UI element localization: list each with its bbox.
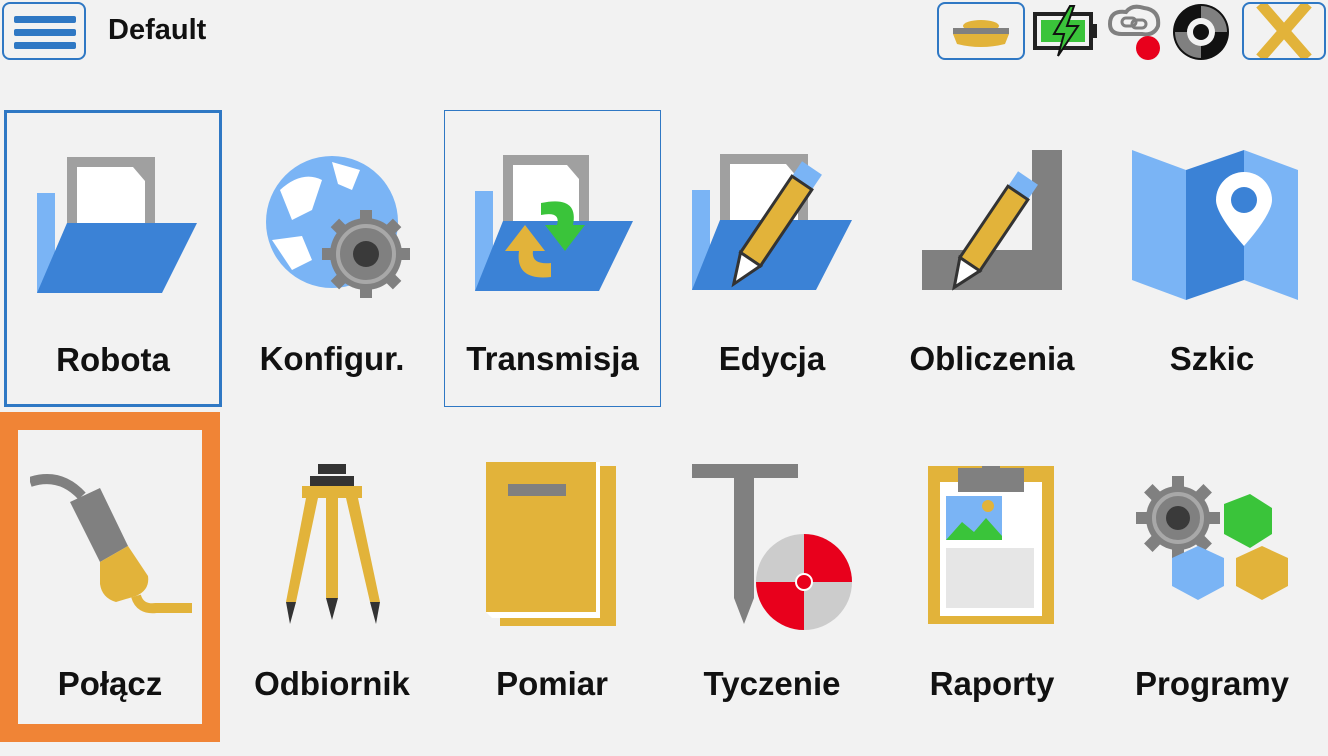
- tile-odbiornik[interactable]: Odbiornik: [222, 432, 442, 732]
- tile-label: Robota: [56, 341, 170, 378]
- menu-icon: [14, 16, 76, 23]
- stakeout-icon: [692, 464, 852, 630]
- tile-label: Szkic: [1169, 340, 1255, 377]
- rover-receiver-icon: [953, 20, 1009, 47]
- book-icon: [486, 462, 616, 626]
- close-icon: [1256, 0, 1312, 62]
- receiver-button[interactable]: [937, 2, 1025, 60]
- battery-charging-icon[interactable]: [1032, 2, 1100, 60]
- report-icon: [928, 466, 1054, 624]
- tripod-icon: [286, 464, 380, 624]
- tile-szkic[interactable]: Szkic: [1102, 110, 1322, 410]
- top-bar: Default: [0, 0, 1328, 66]
- folder-edit-icon: [692, 154, 852, 290]
- tile-robota[interactable]: Robota: [4, 110, 222, 407]
- link-disconnected-icon[interactable]: [1102, 2, 1168, 62]
- tile-label: Odbiornik: [254, 665, 410, 702]
- menu-button[interactable]: [2, 2, 86, 60]
- tile-raporty[interactable]: Raporty: [882, 432, 1102, 732]
- tile-label: Połącz: [57, 665, 163, 702]
- tile-transmisja[interactable]: Transmisja: [444, 110, 661, 407]
- tile-label: Pomiar: [496, 665, 608, 702]
- plug-icon: [30, 474, 192, 614]
- folder-transfer-icon: [475, 155, 633, 291]
- page-title: Default: [108, 14, 207, 46]
- tile-polacz[interactable]: Połącz: [0, 432, 220, 722]
- map-icon: [1132, 150, 1298, 300]
- tile-edycja[interactable]: Edycja: [662, 110, 882, 410]
- folder-icon: [37, 157, 197, 293]
- tile-label: Transmisja: [466, 340, 639, 377]
- tile-programy[interactable]: Programy: [1102, 432, 1322, 732]
- tile-pomiar[interactable]: Pomiar: [442, 432, 662, 732]
- tile-label: Tyczenie: [703, 665, 841, 702]
- tile-obliczenia[interactable]: Obliczenia: [882, 110, 1102, 410]
- close-button[interactable]: [1242, 0, 1326, 62]
- tile-konfigur[interactable]: Konfigur.: [222, 110, 442, 410]
- tile-label: Obliczenia: [909, 340, 1075, 377]
- calculation-icon: [922, 150, 1062, 291]
- tile-label: Edycja: [718, 340, 826, 377]
- tile-tyczenie[interactable]: Tyczenie: [662, 432, 882, 732]
- sync-icon[interactable]: [1170, 2, 1232, 62]
- tile-label: Konfigur.: [259, 340, 405, 377]
- tile-label: Raporty: [929, 665, 1055, 702]
- programs-icon: [1136, 476, 1288, 600]
- tile-label: Programy: [1134, 665, 1290, 702]
- globe-gear-icon: [266, 156, 410, 298]
